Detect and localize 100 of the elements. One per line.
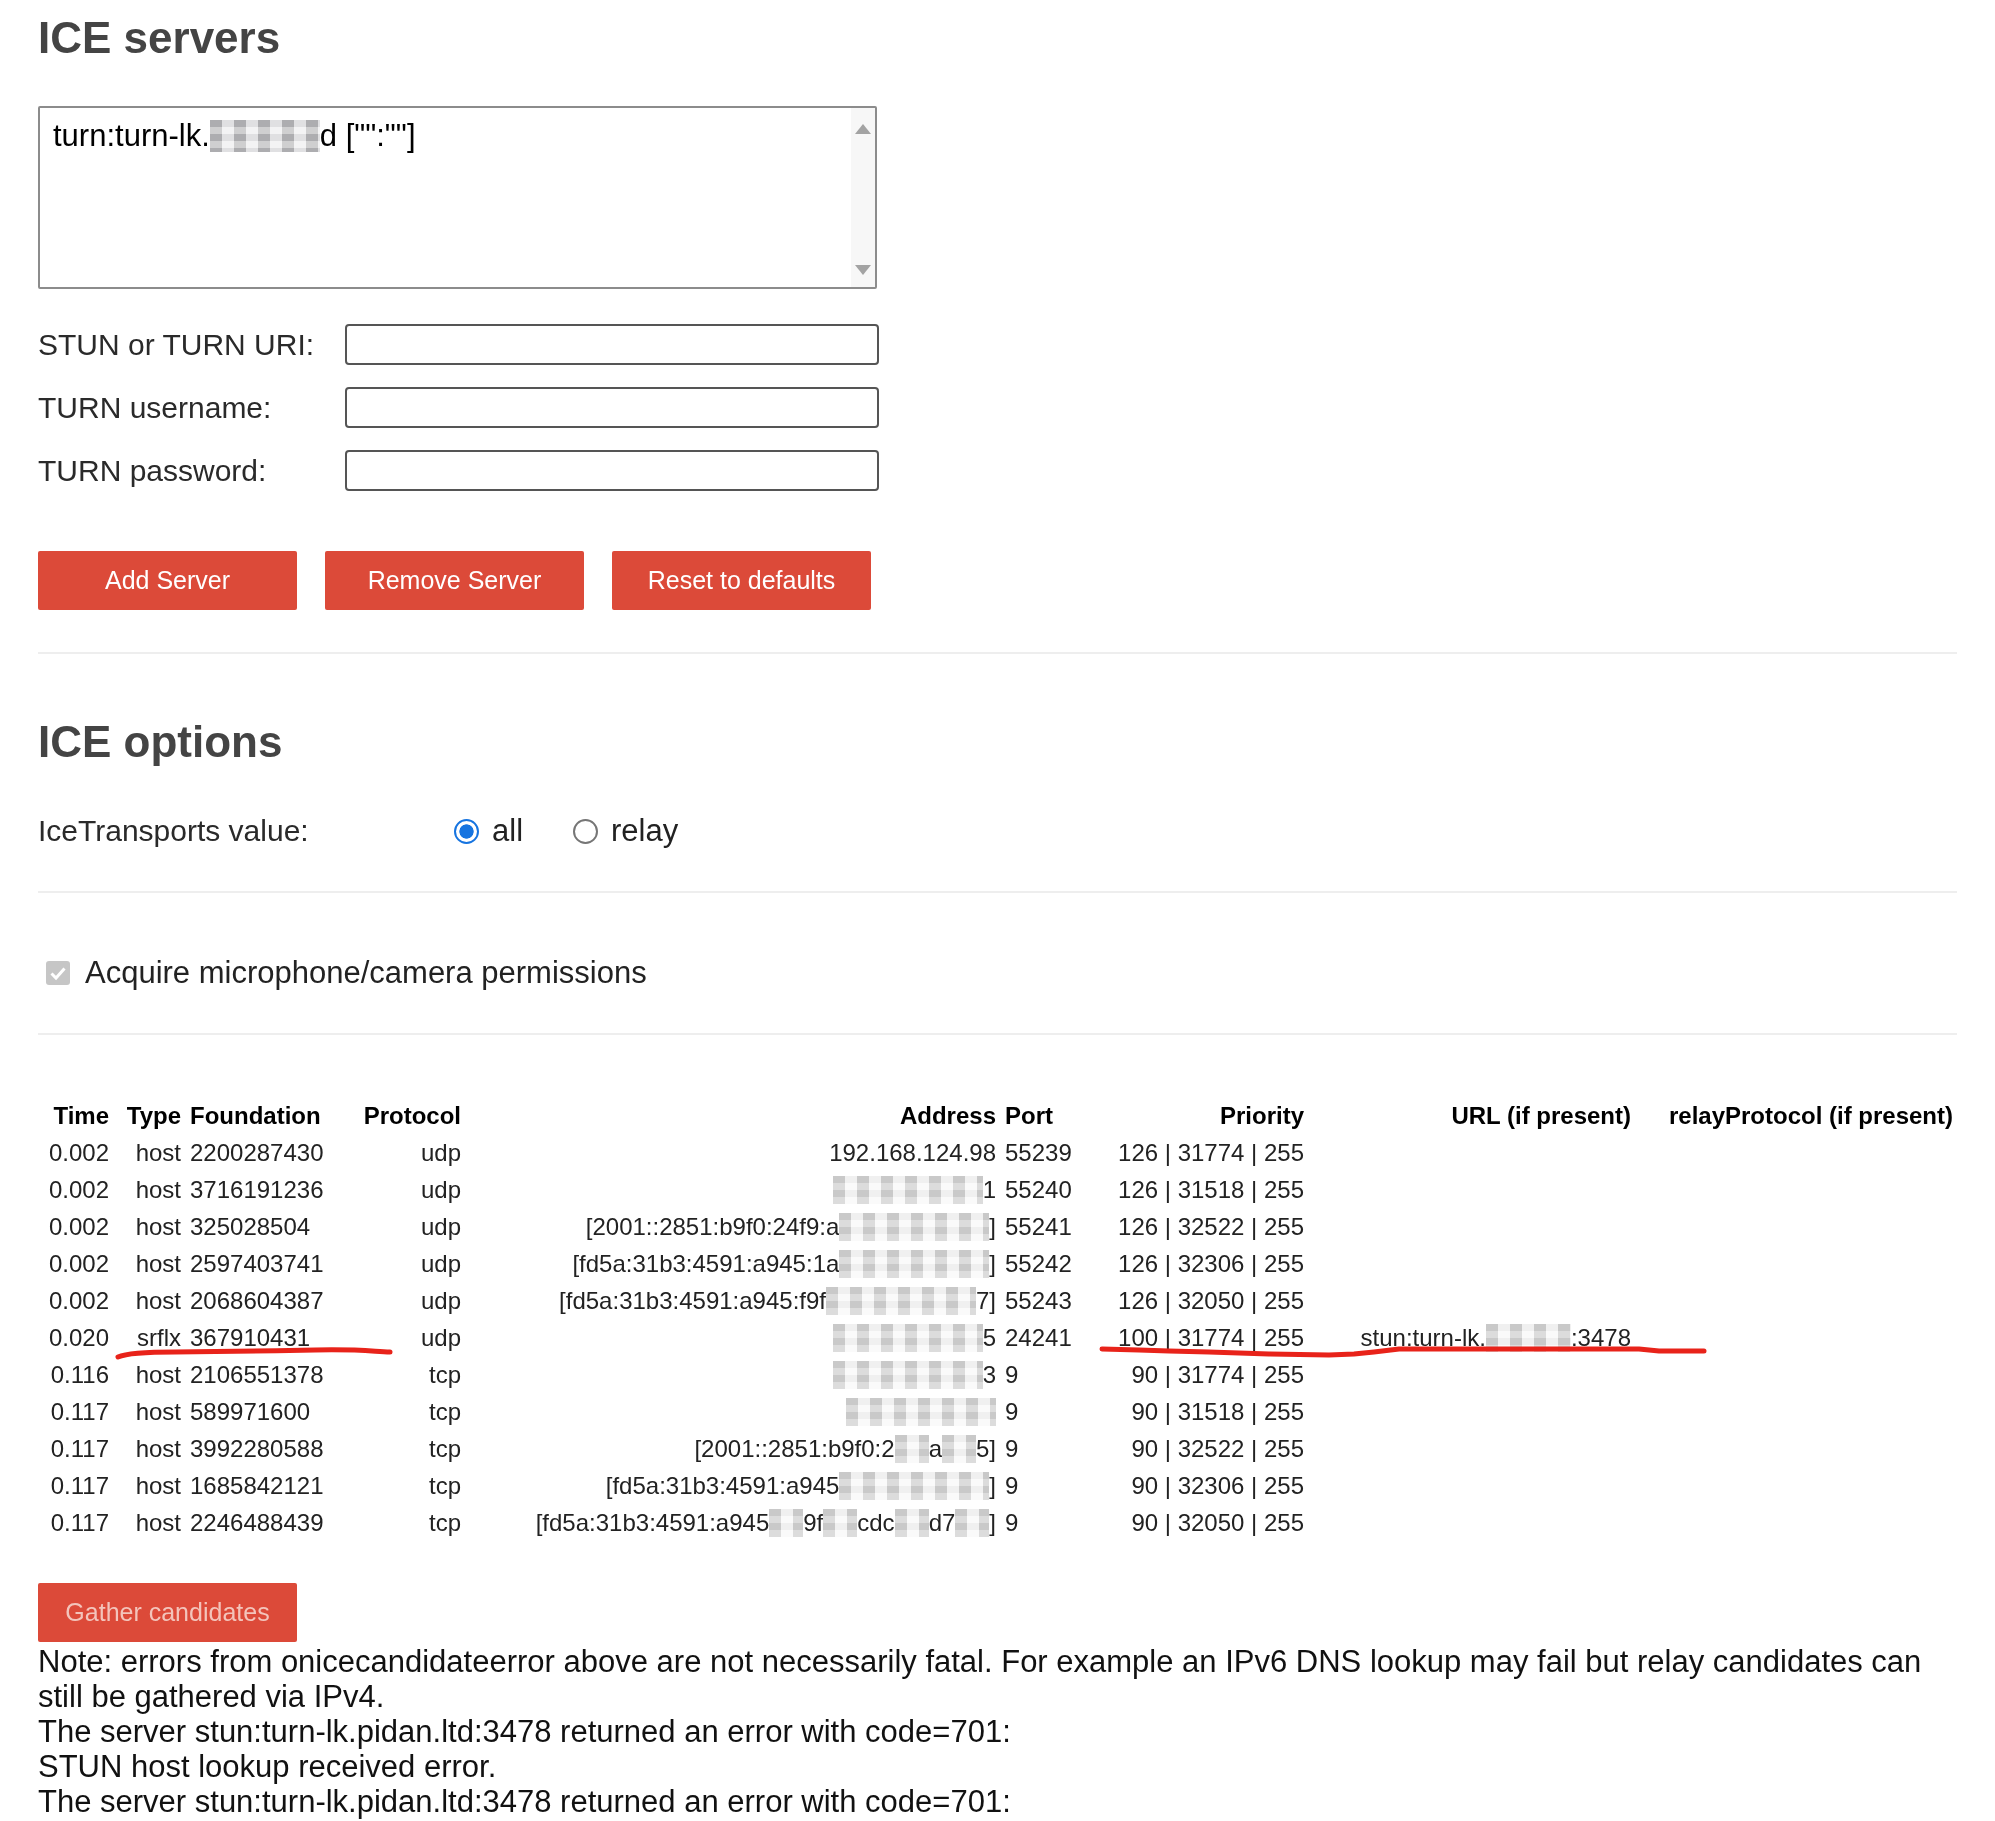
table-cell: :3478	[1570, 1323, 1631, 1352]
table-cell: 0.117	[50, 1508, 109, 1537]
table-cell: [fd5a:31b3:4591:a945	[535, 1508, 770, 1537]
text-input[interactable]	[345, 450, 879, 491]
table-cell: udp	[420, 1175, 461, 1204]
table-cell: 0.002	[48, 1138, 109, 1167]
action-button[interactable]: Add Server	[38, 551, 297, 610]
table-cell: 0.002	[48, 1286, 109, 1315]
table-cell: host	[135, 1175, 181, 1204]
table-cell: [2001::2851:b9f0:24f9:a	[585, 1212, 840, 1241]
radio-button[interactable]	[454, 818, 479, 844]
table-cell: ]	[989, 1249, 996, 1278]
table-cell: 367910431	[190, 1323, 311, 1352]
table-cell: 2200287430	[190, 1138, 324, 1167]
status-message: Note: errors from onicecandidateerror above are not necessarily fatal. For example an IPv6 DNS lookup may fail but relay candidates can still be gathered via IPv4.	[38, 1644, 1923, 1714]
table-cell: ]	[989, 1508, 996, 1537]
table-cell: udp	[420, 1212, 461, 1241]
table-cell: 126 | 31518 | 255	[1118, 1175, 1304, 1204]
table-cell: 126 | 32522 | 255	[1118, 1212, 1304, 1241]
field-label: TURN password:	[38, 453, 267, 487]
column-header: URL (if present)	[1451, 1101, 1631, 1130]
radio-button[interactable]	[573, 818, 598, 844]
column-header: relayProtocol (if present)	[1668, 1101, 1953, 1130]
table-cell: stun:turn-lk.	[1360, 1323, 1486, 1352]
column-header: Port	[1005, 1101, 1053, 1130]
table-cell: host	[135, 1471, 181, 1500]
table-cell: 1	[982, 1175, 996, 1204]
table-cell: udp	[420, 1138, 461, 1167]
column-header: Address	[899, 1101, 996, 1130]
table-cell: 126 | 32050 | 255	[1118, 1286, 1304, 1315]
text-input[interactable]	[345, 324, 879, 365]
table-cell: 9	[1005, 1360, 1019, 1389]
table-cell: [fd5a:31b3:4591:a945:1a	[572, 1249, 840, 1278]
table-cell: 55241	[1005, 1212, 1072, 1241]
radio-label[interactable]: all	[492, 813, 523, 849]
table-cell: 55240	[1005, 1175, 1072, 1204]
scrollbar[interactable]	[851, 108, 875, 287]
table-cell: 589971600	[190, 1397, 311, 1426]
status-message: The server stun:turn-lk.pidan.ltd:3478 returned an error with code=701:	[38, 1784, 1012, 1819]
table-cell: a	[928, 1434, 942, 1463]
table-cell: tcp	[429, 1471, 461, 1500]
table-cell: 9	[1005, 1397, 1019, 1426]
table-cell: 0.002	[48, 1249, 109, 1278]
table-cell: 192.168.124.98	[829, 1138, 996, 1167]
table-cell: tcp	[429, 1434, 461, 1463]
table-cell: host	[135, 1434, 181, 1463]
table-cell: 126 | 31774 | 255	[1118, 1138, 1304, 1167]
table-cell: 3992280588	[190, 1434, 324, 1463]
table-cell: srflx	[137, 1323, 181, 1352]
table-cell: host	[135, 1286, 181, 1315]
table-cell: ]	[989, 1212, 996, 1241]
scroll-down-icon[interactable]	[855, 265, 871, 275]
table-cell: 90 | 32522 | 255	[1131, 1434, 1304, 1463]
table-cell: host	[135, 1138, 181, 1167]
table-cell: 9	[1005, 1471, 1019, 1500]
table-cell: [fd5a:31b3:4591:a945:f9f	[559, 1286, 826, 1315]
pixelated-redaction	[769, 1508, 804, 1537]
table-cell: cdc	[857, 1508, 895, 1537]
table-cell: host	[135, 1360, 181, 1389]
column-header: Foundation	[190, 1101, 321, 1130]
radio-label[interactable]: relay	[611, 813, 679, 849]
pixelated-redaction	[894, 1508, 929, 1537]
field-label: IceTransports value:	[38, 814, 309, 847]
action-button[interactable]: Reset to defaults	[612, 551, 871, 610]
table-cell: udp	[420, 1323, 461, 1352]
pixelated-redaction	[942, 1434, 976, 1463]
table-cell: 0.116	[50, 1360, 109, 1389]
table-cell: 24241	[1005, 1323, 1072, 1352]
pixelated-redaction	[823, 1508, 858, 1537]
section-heading: ICE options	[38, 716, 283, 768]
table-cell: host	[135, 1212, 181, 1241]
server-list-field[interactable]: turn:turn-lk. d ["":""]	[38, 106, 877, 289]
table-cell: d7	[928, 1508, 956, 1537]
table-cell: 0.002	[48, 1212, 109, 1241]
text-input[interactable]	[345, 387, 879, 428]
table-cell: udp	[420, 1286, 461, 1315]
table-cell: [2001::2851:b9f0:2	[694, 1434, 895, 1463]
column-header: Time	[53, 1101, 109, 1130]
scroll-up-icon[interactable]	[855, 124, 871, 134]
table-cell: 55242	[1005, 1249, 1072, 1278]
table-cell: tcp	[429, 1360, 461, 1389]
table-cell: 5]	[976, 1434, 996, 1463]
table-cell: 90 | 31518 | 255	[1131, 1397, 1304, 1426]
table-cell: 3716191236	[190, 1175, 324, 1204]
table-cell: host	[135, 1508, 181, 1537]
action-button[interactable]: Remove Server	[325, 551, 584, 610]
column-header: Priority	[1219, 1101, 1304, 1130]
table-cell: 2597403741	[190, 1249, 324, 1278]
table-cell: 9	[1005, 1508, 1019, 1537]
table-cell: 325028504	[190, 1212, 311, 1241]
status-message: STUN host lookup received error.	[38, 1749, 498, 1784]
pixelated-redaction	[955, 1508, 990, 1537]
section-heading: ICE servers	[38, 12, 281, 64]
table-cell: 1685842121	[190, 1471, 324, 1500]
table-cell: 126 | 32306 | 255	[1118, 1249, 1304, 1278]
table-cell: tcp	[429, 1508, 461, 1537]
table-cell: 90 | 32050 | 255	[1131, 1508, 1304, 1537]
table-cell: host	[135, 1249, 181, 1278]
table-cell: 90 | 32306 | 255	[1131, 1471, 1304, 1500]
table-cell: 0.117	[50, 1471, 109, 1500]
